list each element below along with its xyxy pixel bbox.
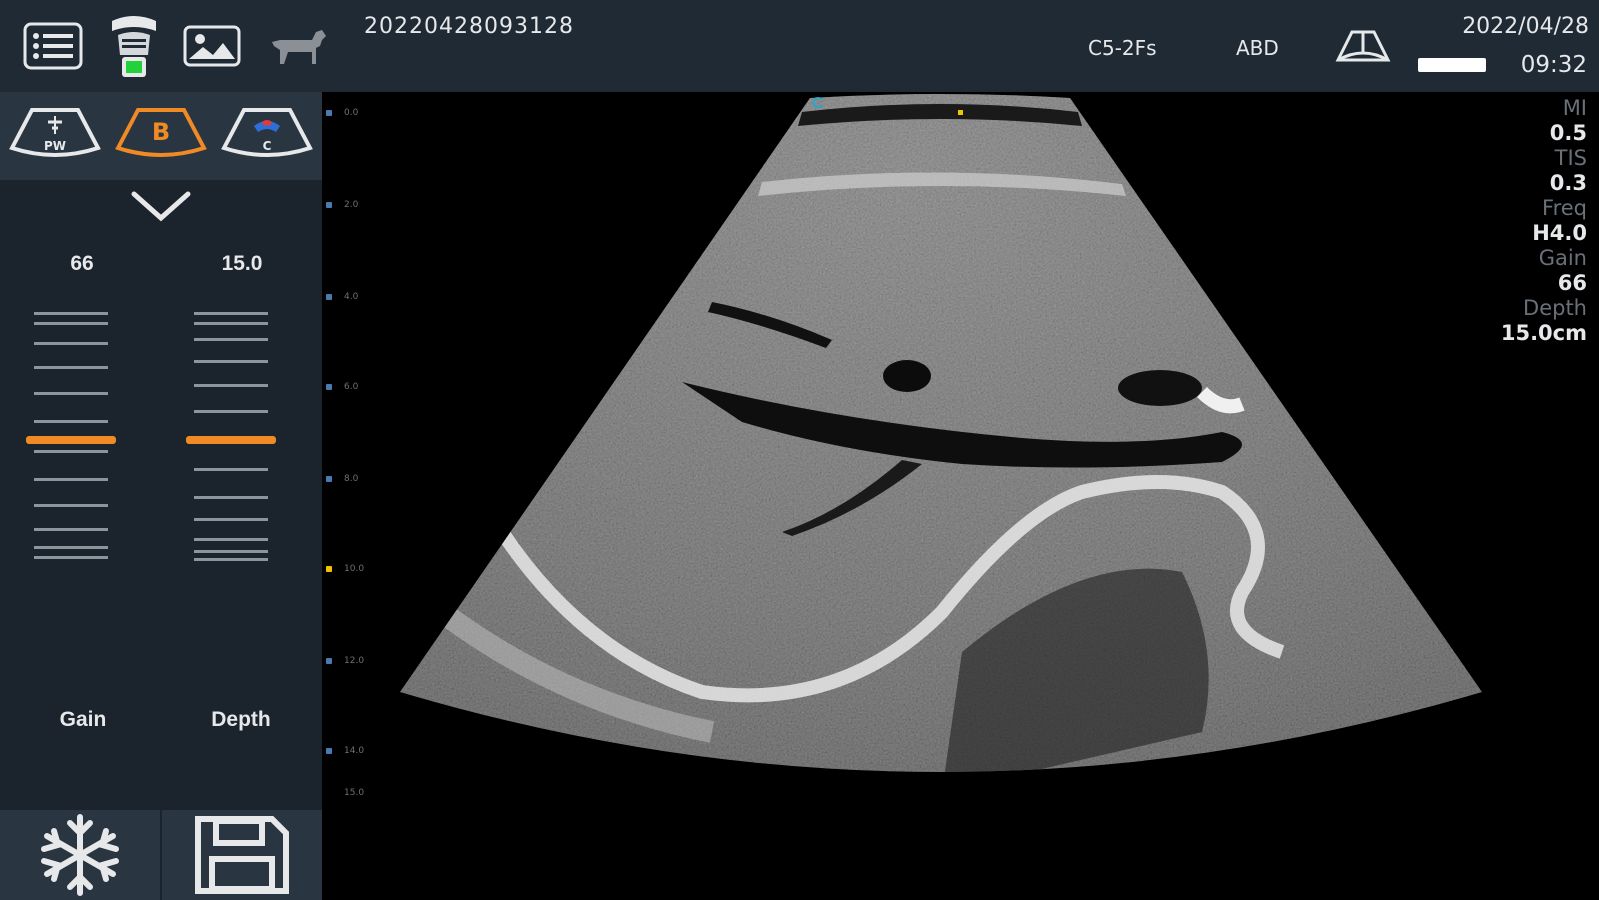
mode-pw-label: PW <box>44 139 66 153</box>
gain-value: 66 <box>70 252 94 275</box>
gain-slider[interactable] <box>26 312 116 672</box>
patient-id: 20220428093128 <box>364 14 574 39</box>
image-gallery-icon[interactable] <box>182 14 242 78</box>
scale-label: 12.0 <box>344 656 365 666</box>
save-icon <box>195 816 289 894</box>
param-gain-value: 66 <box>1557 271 1587 295</box>
freeze-button[interactable] <box>0 810 160 900</box>
scale-label: 4.0 <box>344 292 359 302</box>
depth-label: Depth <box>211 708 271 731</box>
list-icon[interactable] <box>22 14 84 78</box>
mode-b-label: B <box>152 118 170 146</box>
mode-c-label: C <box>263 139 272 153</box>
param-tis-label: TIS <box>1554 146 1587 170</box>
imaging-parameters: MI 0.5 TIS 0.3 Freq H4.0 Gain 66 Depth 1… <box>1437 96 1587 346</box>
mode-pw-button[interactable]: PW <box>8 104 102 165</box>
ultrasound-image <box>400 94 1482 772</box>
ultrasound-viewport[interactable] <box>322 92 1599 900</box>
probe-icon[interactable] <box>104 14 164 78</box>
probe-name[interactable]: C5-2Fs <box>1088 36 1157 60</box>
scale-label: 10.0 <box>344 564 365 574</box>
snowflake-icon <box>41 814 119 896</box>
scale-label: 6.0 <box>344 382 359 392</box>
scale-label: 0.0 <box>344 108 359 118</box>
param-freq-value: H4.0 <box>1532 221 1587 245</box>
mode-selector: PW B C <box>0 92 322 180</box>
depth-scale: 0.0 2.0 4.0 6.0 8.0 10.0 12.0 14.0 15.0 <box>326 104 386 804</box>
mode-b-button[interactable]: B <box>114 104 208 165</box>
scale-label: 15.0 <box>344 788 365 798</box>
chevron-down-icon[interactable] <box>130 190 192 227</box>
battery-indicator <box>1418 58 1486 72</box>
scale-label: 8.0 <box>344 474 359 484</box>
param-gain-label: Gain <box>1538 246 1587 270</box>
save-button[interactable] <box>162 810 322 900</box>
dog-icon[interactable] <box>266 14 328 78</box>
exam-preset[interactable]: ABD <box>1236 36 1279 60</box>
mode-color-button[interactable]: C <box>220 104 314 165</box>
bottom-toolbar <box>0 810 322 900</box>
control-panel: PW B C 66 15.0 Gain Depth <box>0 92 322 900</box>
param-depth-value: 15.0cm <box>1500 321 1587 345</box>
focus-marker[interactable] <box>958 110 963 115</box>
scale-label: 14.0 <box>344 746 365 756</box>
depth-value: 15.0 <box>221 252 263 275</box>
sector-icon[interactable] <box>1334 28 1392 69</box>
depth-slider-handle[interactable] <box>186 436 276 444</box>
param-freq-label: Freq <box>1542 196 1587 220</box>
orientation-marker: C <box>812 95 824 112</box>
scale-label: 2.0 <box>344 200 359 210</box>
top-bar: 20220428093128 C5-2Fs ABD 2022/04/28 09:… <box>0 0 1599 92</box>
time-display: 09:32 <box>1520 52 1587 78</box>
date-display: 2022/04/28 <box>1462 14 1589 39</box>
param-tis-value: 0.3 <box>1549 171 1587 195</box>
param-depth-label: Depth <box>1523 296 1587 320</box>
depth-slider[interactable] <box>186 312 276 672</box>
param-mi-label: MI <box>1562 96 1587 120</box>
param-mi-value: 0.5 <box>1549 121 1587 145</box>
gain-slider-handle[interactable] <box>26 436 116 444</box>
gain-label: Gain <box>59 708 107 731</box>
